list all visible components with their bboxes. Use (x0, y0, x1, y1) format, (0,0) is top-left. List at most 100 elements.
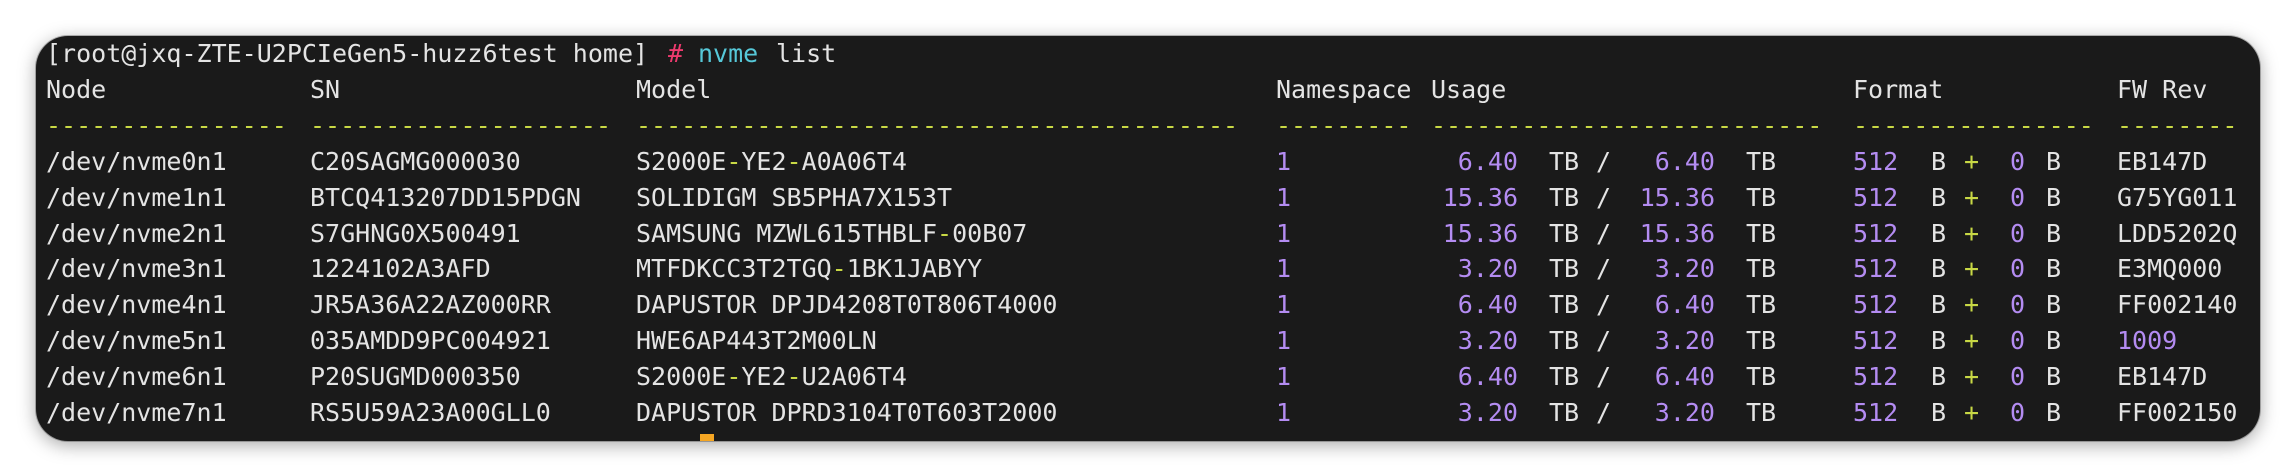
header-sn: SN (310, 75, 341, 104)
metadata-size: 0 (2010, 361, 2026, 391)
header-usage: Usage (1431, 75, 1507, 104)
firmware-revision: 1009 (2117, 326, 2178, 355)
device-node: /dev/nvme0n1 (46, 147, 227, 176)
lba-unit: B (1931, 254, 1947, 284)
namespace-id: 1 (1276, 326, 1292, 355)
model-part: 00B07 (952, 218, 1028, 248)
device-serial: S7GHNG0X500491 (310, 218, 521, 248)
namespace-id: 1 (1276, 254, 1292, 284)
device-node: /dev/nvme7n1 (46, 397, 227, 427)
total-unit: TB (1746, 361, 1777, 391)
lba-size: 512 (1853, 397, 1899, 427)
firmware-revision: G75YG011 (2117, 182, 2238, 212)
total-unit: TB (1746, 218, 1777, 248)
command-args: list (776, 39, 837, 68)
model-part: MTFDKCC3T2TGQ (636, 254, 832, 284)
model-hyphen: - (831, 254, 847, 284)
device-serial: P20SUGMD000350 (310, 361, 521, 391)
device-model: MTFDKCC3T2TGQ-1BK1JABYY (636, 251, 982, 287)
device-serial: 1224102A3AFD (310, 254, 491, 284)
prompt-hash: # (668, 39, 684, 68)
total-value: 3.20 (1654, 397, 1715, 427)
total-value: 15.36 (1639, 182, 1715, 212)
metadata-size: 0 (2010, 147, 2026, 176)
separator-fw: -------- (2117, 111, 2238, 140)
device-node: /dev/nvme2n1 (46, 218, 227, 248)
metadata-size: 0 (2010, 326, 2026, 355)
lba-size: 512 (1853, 290, 1899, 320)
metadata-size: 0 (2010, 254, 2026, 284)
model-part: SAMSUNG MZWL615THBLF (636, 218, 938, 248)
used-value: 3.20 (1457, 326, 1518, 355)
metadata-unit: B (2046, 290, 2062, 320)
lba-size: 512 (1853, 254, 1899, 284)
device-node: /dev/nvme3n1 (46, 254, 227, 284)
metadata-unit: B (2046, 361, 2062, 391)
total-unit: TB (1746, 290, 1777, 320)
total-unit: TB (1746, 254, 1777, 284)
model-part: S2000E (636, 361, 727, 391)
device-serial: JR5A36A22AZ000RR (310, 290, 551, 320)
metadata-size: 0 (2010, 182, 2026, 212)
device-model: S2000E-YE2-U2A06T4 (636, 359, 907, 395)
model-hyphen: - (786, 147, 802, 176)
total-value: 3.20 (1654, 326, 1715, 355)
model-hyphen: - (726, 147, 742, 176)
separator-sn: -------------------- (310, 111, 612, 140)
device-model: DAPUSTOR DPRD3104T0T603T2000 (636, 395, 1057, 431)
model-part: YE2 (741, 361, 787, 391)
device-node: /dev/nvme4n1 (46, 290, 227, 320)
format-plus: + (1964, 254, 1980, 284)
terminal-window[interactable]: [root@jxq-ZTE-U2PCIeGen5-huzz6test home]… (36, 36, 2260, 441)
namespace-id: 1 (1276, 182, 1292, 212)
device-model: SAMSUNG MZWL615THBLF-00B07 (636, 216, 1027, 252)
lba-unit: B (1931, 182, 1947, 212)
metadata-unit: B (2046, 326, 2062, 355)
firmware-revision: FF002140 (2117, 290, 2238, 320)
lba-unit: B (1931, 147, 1947, 176)
total-unit: TB (1746, 182, 1777, 212)
prompt-text: [root@jxq-ZTE-U2PCIeGen5-huzz6test home] (46, 39, 649, 68)
model-part: DAPUSTOR DPRD3104T0T603T2000 (636, 397, 1058, 427)
total-value: 6.40 (1654, 290, 1715, 320)
model-part: S2000E (636, 147, 727, 176)
used-value: 6.40 (1457, 290, 1518, 320)
device-serial: RS5U59A23A00GLL0 (310, 397, 551, 427)
firmware-revision: E3MQ000 (2117, 254, 2223, 284)
header-row: Node SN Model Namespace Usage Format FW … (36, 72, 2207, 108)
lba-unit: B (1931, 361, 1947, 391)
device-serial: 035AMDD9PC004921 (310, 326, 551, 355)
model-part: YE2 (741, 147, 787, 176)
lba-size: 512 (1853, 361, 1899, 391)
lba-unit: B (1931, 326, 1947, 355)
format-plus: + (1964, 290, 1980, 320)
used-value: 15.36 (1442, 218, 1518, 248)
command-name: nvme (698, 39, 759, 68)
format-plus: + (1964, 361, 1980, 391)
namespace-id: 1 (1276, 290, 1292, 320)
total-value: 6.40 (1654, 147, 1715, 176)
used-value: 15.36 (1442, 182, 1518, 212)
separator-namespace: --------- (1276, 111, 1412, 140)
header-format: Format (1853, 75, 1944, 104)
model-part: A0A06T4 (801, 147, 907, 176)
namespace-id: 1 (1276, 361, 1292, 391)
firmware-revision: FF002150 (2117, 397, 2238, 427)
prompt-line: [root@jxq-ZTE-U2PCIeGen5-huzz6test home]… (36, 36, 836, 72)
device-model: HWE6AP443T2M00LN (636, 323, 877, 359)
used-value: 3.20 (1457, 397, 1518, 427)
total-unit: TB (1746, 147, 1777, 176)
device-model: DAPUSTOR DPJD4208T0T806T4000 (636, 287, 1057, 323)
separator-node: ---------------- (46, 111, 287, 140)
namespace-id: 1 (1276, 147, 1292, 176)
namespace-id: 1 (1276, 397, 1292, 427)
metadata-unit: B (2046, 254, 2062, 284)
metadata-size: 0 (2010, 218, 2026, 248)
used-value: 3.20 (1457, 254, 1518, 284)
device-node: /dev/nvme6n1 (46, 361, 227, 391)
namespace-id: 1 (1276, 218, 1292, 248)
format-plus: + (1964, 182, 1980, 212)
header-node: Node (46, 75, 107, 104)
metadata-unit: B (2046, 147, 2062, 176)
device-model: SOLIDIGM SB5PHA7X153T (636, 180, 952, 216)
